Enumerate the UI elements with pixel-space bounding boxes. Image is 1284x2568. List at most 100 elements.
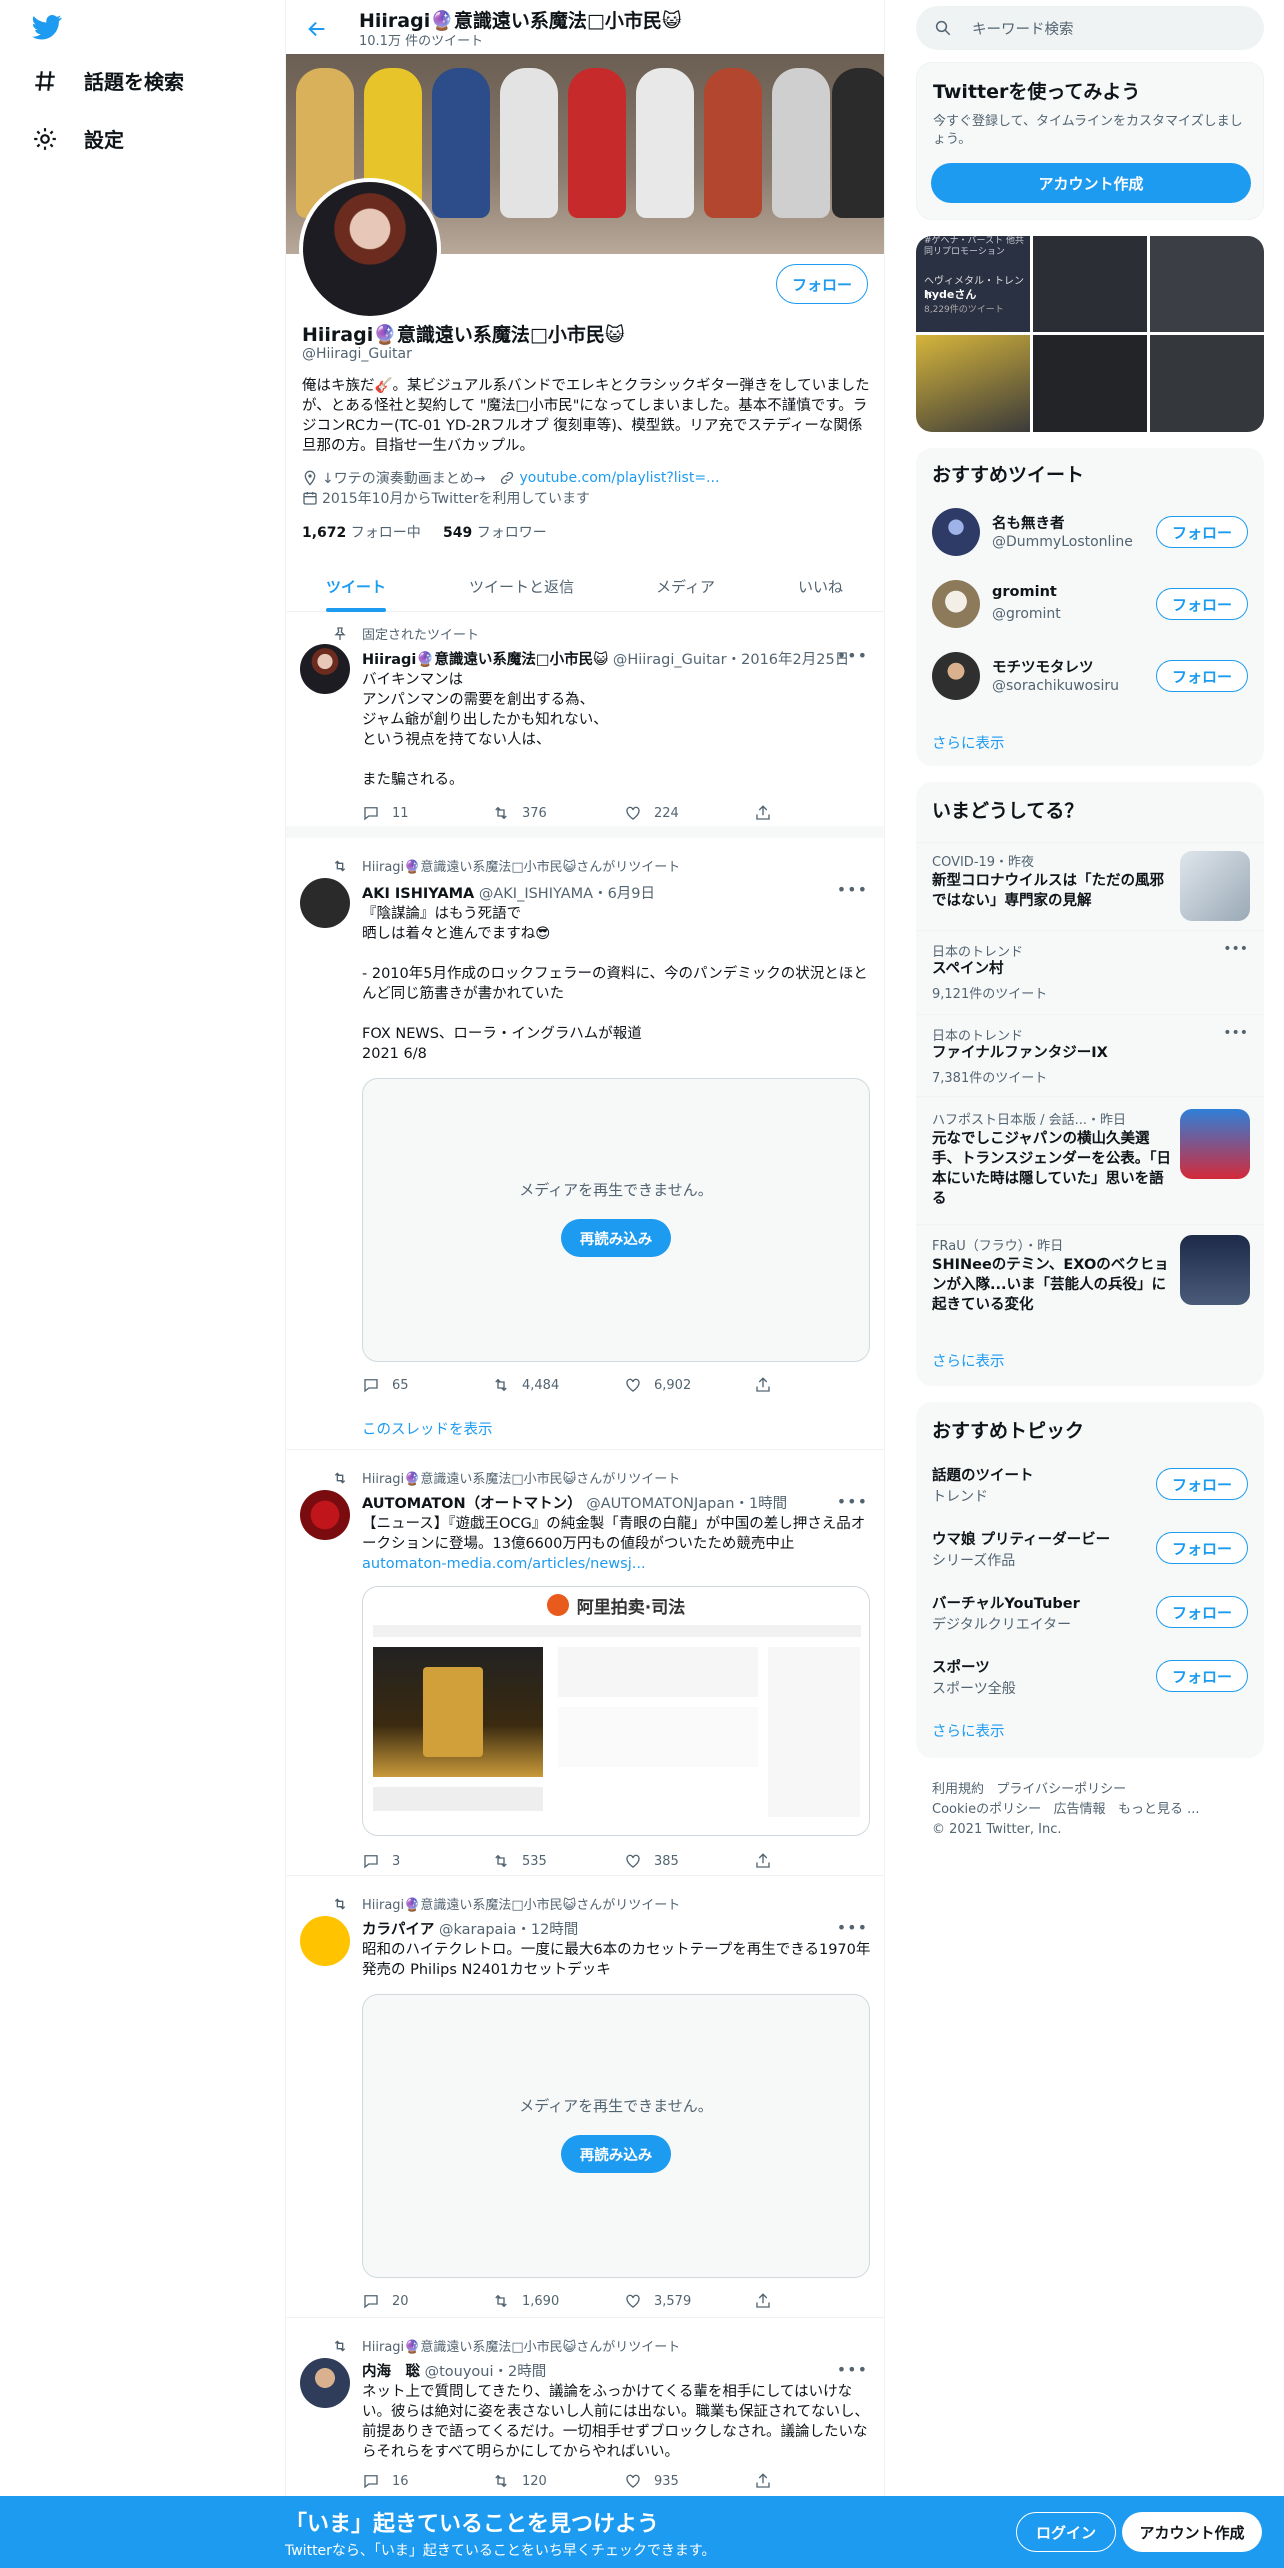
- profile-url[interactable]: youtube.com/playlist?list=...: [519, 470, 719, 486]
- reload-button[interactable]: 再読み込み: [561, 2135, 671, 2173]
- reply-button[interactable]: 20: [362, 2292, 409, 2310]
- followers-link[interactable]: 549 フォロワー: [443, 525, 547, 541]
- like-button[interactable]: 385: [624, 1852, 679, 1870]
- user-name[interactable]: gromint: [992, 584, 1057, 600]
- recommended-user[interactable]: モチツモタレツ @sorachikuwosiru フォロー: [916, 640, 1264, 712]
- trend-item[interactable]: 日本のトレンド ファイナルファンタジーIX 7,381件のツイート •••: [916, 1014, 1264, 1096]
- like-button[interactable]: 935: [624, 2472, 679, 2490]
- follow-button[interactable]: フォロー: [1156, 1468, 1248, 1500]
- show-more-link[interactable]: さらに表示: [932, 732, 1005, 753]
- retweet-button[interactable]: 1,690: [492, 2292, 559, 2310]
- more-options-icon[interactable]: •••: [837, 1492, 868, 1511]
- retweeted-by[interactable]: Hiiragi🔮意識遠い系魔法□小市民😺さんがリツイート: [362, 1894, 680, 1913]
- nav-explore[interactable]: 話題を検索: [32, 66, 184, 95]
- follow-button[interactable]: フォロー: [1156, 588, 1248, 620]
- tweet-author-name[interactable]: AUTOMATON（オートマトン）: [362, 1496, 582, 1512]
- reply-button[interactable]: 16: [362, 2472, 409, 2490]
- share-button[interactable]: [754, 1852, 772, 1870]
- avatar[interactable]: [300, 878, 350, 928]
- following-link[interactable]: 1,672 フォロー中: [302, 525, 421, 541]
- media-thumb[interactable]: [1150, 335, 1264, 432]
- search-box[interactable]: キーワード検索: [916, 6, 1264, 50]
- tweet-author-handle[interactable]: @Hiiragi_Guitar: [613, 652, 727, 668]
- footer-ads-link[interactable]: 広告情報: [1054, 1802, 1106, 1817]
- tweet-time[interactable]: 6月9日: [608, 886, 655, 902]
- retweet-button[interactable]: 535: [492, 1852, 547, 1870]
- more-options-icon[interactable]: •••: [1223, 1025, 1248, 1041]
- media-thumb[interactable]: #ゲヘナ・バースト 他共同リプロモーション ヘヴィメタル・トレンド hydeさん…: [916, 236, 1030, 332]
- share-button[interactable]: [754, 2292, 772, 2310]
- retweet-button[interactable]: 4,484: [492, 1376, 559, 1394]
- nav-settings[interactable]: 設定: [32, 124, 124, 153]
- avatar[interactable]: [932, 652, 980, 700]
- tweet[interactable]: 固定されたツイート Hiiragi🔮意識遠い系魔法□小市民😺 @Hiiragi_…: [286, 612, 884, 838]
- share-button[interactable]: [754, 804, 772, 822]
- follow-button[interactable]: フォロー: [1156, 1596, 1248, 1628]
- tweet-time[interactable]: 12時間: [531, 1922, 578, 1938]
- retweeted-by[interactable]: Hiiragi🔮意識遠い系魔法□小市民😺さんがリツイート: [362, 856, 680, 875]
- link-preview-image[interactable]: 阿里拍卖·司法: [362, 1586, 870, 1836]
- tab-tweets-replies[interactable]: ツイートと返信: [469, 560, 574, 612]
- tab-media[interactable]: メディア: [656, 560, 715, 612]
- more-options-icon[interactable]: •••: [837, 646, 868, 665]
- avatar[interactable]: [300, 1916, 350, 1966]
- tweet-time[interactable]: 2016年2月25日: [741, 652, 849, 668]
- tweet[interactable]: Hiiragi🔮意識遠い系魔法□小市民😺さんがリツイート AUTOMATON（オ…: [286, 1450, 884, 1876]
- back-button[interactable]: [300, 12, 334, 46]
- trend-item[interactable]: ハフポスト日本版 / 会話...・昨日 元なでしこジャパンの横山久美選手、トラン…: [916, 1096, 1264, 1224]
- show-thread-link[interactable]: このスレッドを表示: [362, 1418, 493, 1439]
- reload-button[interactable]: 再読み込み: [561, 1219, 671, 1257]
- more-options-icon[interactable]: •••: [837, 2360, 868, 2379]
- share-button[interactable]: [754, 2472, 772, 2490]
- retweeted-by[interactable]: Hiiragi🔮意識遠い系魔法□小市民😺さんがリツイート: [362, 1468, 680, 1487]
- tab-likes[interactable]: いいね: [798, 560, 843, 612]
- trend-item[interactable]: FRaU（フラウ）・昨日 SHINeeのテミン、EXOのベクヒョンが入隊...い…: [916, 1224, 1264, 1334]
- like-button[interactable]: 224: [624, 804, 679, 822]
- trend-item[interactable]: 日本のトレンド スペイン村 9,121件のツイート •••: [916, 930, 1264, 1014]
- tweet[interactable]: Hiiragi🔮意識遠い系魔法□小市民😺さんがリツイート AKI ISHIYAM…: [286, 838, 884, 1450]
- footer-privacy-link[interactable]: プライバシーポリシー: [996, 1782, 1126, 1797]
- show-more-link[interactable]: さらに表示: [932, 1350, 1005, 1371]
- more-options-icon[interactable]: •••: [1223, 941, 1248, 957]
- tweet[interactable]: Hiiragi🔮意識遠い系魔法□小市民😺さんがリツイート カラパイア @kara…: [286, 1876, 884, 2318]
- profile-avatar[interactable]: [299, 178, 441, 320]
- media-thumb[interactable]: [1033, 236, 1147, 332]
- follow-button[interactable]: フォロー: [1156, 660, 1248, 692]
- reply-button[interactable]: 65: [362, 1376, 409, 1394]
- reply-button[interactable]: 3: [362, 1852, 400, 1870]
- avatar[interactable]: [932, 580, 980, 628]
- tweet-author-name[interactable]: カラパイア: [362, 1922, 434, 1938]
- footer-cookie-link[interactable]: Cookieのポリシー: [932, 1802, 1041, 1817]
- user-name[interactable]: モチツモタレツ: [992, 656, 1094, 677]
- avatar[interactable]: [300, 2358, 350, 2408]
- tweet-author-handle[interactable]: @AKI_ISHIYAMA: [479, 886, 593, 902]
- tweet-link[interactable]: automaton-media.com/articles/newsj...: [362, 1554, 872, 1574]
- follow-button[interactable]: フォロー: [1156, 1660, 1248, 1692]
- tweet-author-handle[interactable]: @touyoui: [425, 2364, 494, 2380]
- tweet-author-name[interactable]: 内海 聡: [362, 2364, 420, 2380]
- media-thumb[interactable]: [916, 335, 1030, 432]
- tweet-author-handle[interactable]: @karapaia: [439, 1922, 516, 1938]
- retweet-button[interactable]: 376: [492, 804, 547, 822]
- reply-button[interactable]: 11: [362, 804, 409, 822]
- more-options-icon[interactable]: •••: [837, 880, 868, 899]
- media-thumb[interactable]: [1033, 335, 1147, 432]
- login-button[interactable]: ログイン: [1016, 2512, 1116, 2552]
- topic-item[interactable]: 話題のツイート トレンド フォロー: [916, 1454, 1264, 1518]
- trend-item[interactable]: COVID-19・昨夜 新型コロナウイルスは「ただの風邪ではない」専門家の見解: [916, 842, 1264, 930]
- tweet-time[interactable]: 1時間: [749, 1496, 787, 1512]
- media-thumb[interactable]: [1150, 236, 1264, 332]
- follow-button[interactable]: フォロー: [1156, 516, 1248, 548]
- topic-item[interactable]: スポーツ スポーツ全般 フォロー: [916, 1646, 1264, 1710]
- show-more-link[interactable]: さらに表示: [932, 1720, 1005, 1741]
- avatar[interactable]: [300, 1490, 350, 1540]
- tweet-author-name[interactable]: Hiiragi🔮意識遠い系魔法□小市民😺: [362, 652, 608, 668]
- tab-tweets[interactable]: ツイート: [326, 560, 387, 612]
- retweeted-by[interactable]: Hiiragi🔮意識遠い系魔法□小市民😺さんがリツイート: [362, 2336, 680, 2355]
- like-button[interactable]: 3,579: [624, 2292, 691, 2310]
- recommended-user[interactable]: gromint @gromint フォロー: [916, 568, 1264, 640]
- twitter-bird-icon[interactable]: [30, 12, 64, 42]
- avatar[interactable]: [300, 644, 350, 694]
- footer-more-link[interactable]: もっと見る ...: [1118, 1802, 1200, 1817]
- user-name[interactable]: 名も無き者: [992, 512, 1065, 533]
